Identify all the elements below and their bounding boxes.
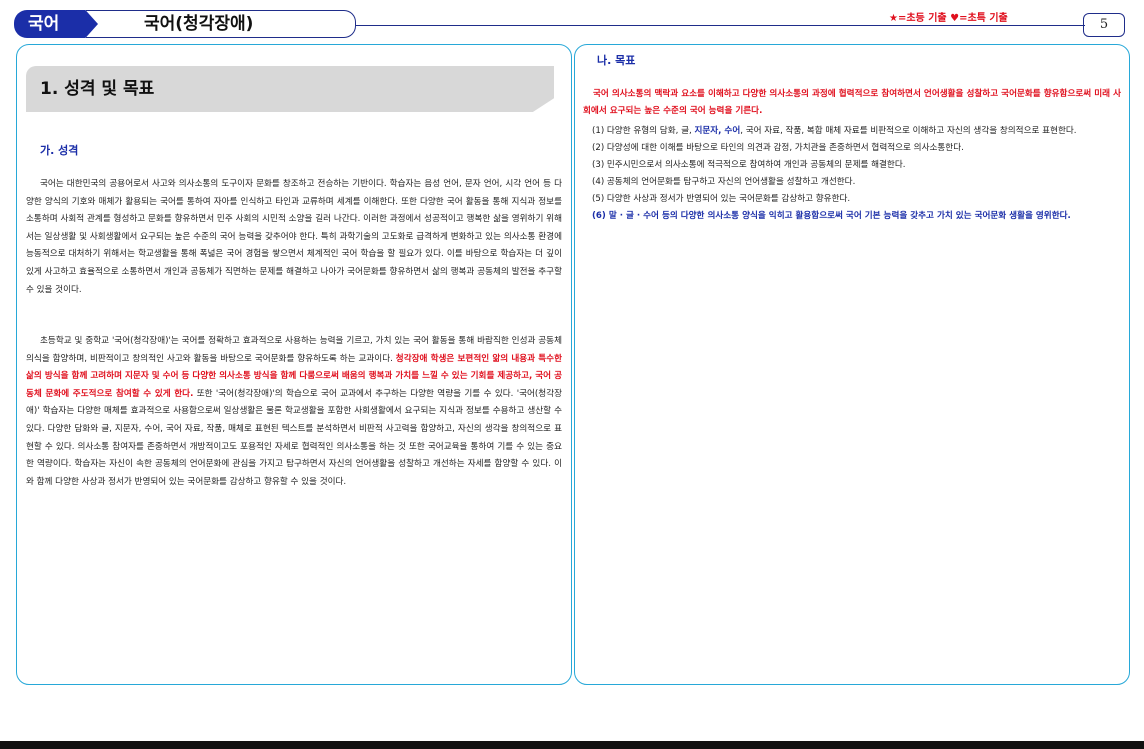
right-column: 나. 목표 국어 의사소통의 맥락과 요소를 이해하고 다양한 의사소통의 과정…: [574, 44, 1130, 685]
goal1-text-b: , 국어 자료, 작품, 복합 매체 자료를 비판적으로 이해하고 자신의 생각…: [740, 126, 1077, 136]
character-paragraph-2: 초등학교 및 중학교 '국어(청각장애)'는 국어를 정확하고 효과적으로 사용…: [26, 333, 562, 491]
goal-lead: 국어 의사소통의 맥락과 요소를 이해하고 다양한 의사소통의 과정에 협력적으…: [583, 89, 1121, 116]
section-title: 1. 성격 및 목표: [26, 66, 554, 112]
goal1-highlight: 지문자, 수어: [694, 126, 741, 136]
page-title: 국어(청각장애): [86, 10, 356, 38]
page-number: 5: [1083, 13, 1125, 37]
goal-item-4: (4) 공동체의 언어문화를 탐구하고 자신의 언어생활을 성찰하고 개선한다.: [592, 177, 856, 187]
goal-item-6: (6) 말 · 글 · 수어 등의 다양한 의사소통 양식을 익히고 활용함으로…: [592, 211, 1071, 221]
goal-item-3: (3) 민주시민으로서 의사소통에 적극적으로 참여하여 개인과 공동체의 문제…: [592, 160, 906, 170]
goal-item-5: (5) 다양한 사상과 정서가 반영되어 있는 국어문화를 감상하고 향유한다.: [592, 194, 851, 204]
goal1-text-a: (1) 다양한 유형의 담화, 글,: [592, 126, 695, 136]
legend-text: ★=초등 기출 ♥=초특 기출: [889, 13, 1008, 24]
subsection-title-goals: 나. 목표: [597, 54, 636, 67]
character-paragraph-1: 국어는 대한민국의 공용어로서 사고와 의사소통의 도구이자 문화를 창조하고 …: [26, 179, 562, 295]
goal-item-1: (1) 다양한 유형의 담화, 글, 지문자, 수어, 국어 자료, 작품, 복…: [583, 123, 1123, 140]
para2-text-b: 또한 '국어(청각장애)'의 학습으로 국어 교과에서 추구하는 다양한 역량을…: [26, 388, 563, 487]
left-column: 1. 성격 및 목표 가. 성격 국어는 대한민국의 공용어로서 사고와 의사소…: [16, 44, 572, 685]
goal-item-2: (2) 다양성에 대한 이해를 바탕으로 타인의 의견과 감정, 가치관을 존중…: [592, 143, 964, 153]
footer-bar: [0, 741, 1144, 749]
subsection-title-character: 가. 성격: [40, 144, 79, 157]
header-rule: [355, 25, 1085, 26]
goal-list: (1) 다양한 유형의 담화, 글, 지문자, 수어, 국어 자료, 작품, 복…: [583, 123, 1123, 225]
